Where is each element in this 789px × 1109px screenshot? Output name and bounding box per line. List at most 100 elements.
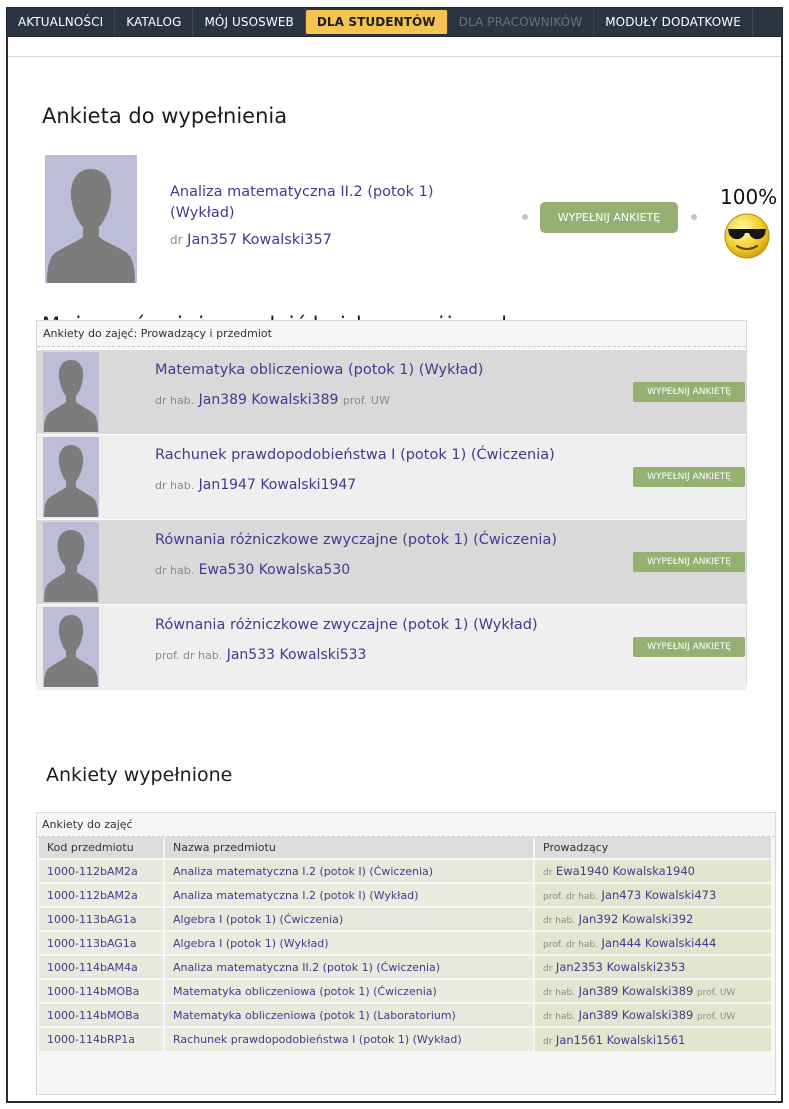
survey-teacher: dr hab. Jan389 Kowalski389 prof. UW <box>155 392 390 408</box>
nav-bar: AKTUALNOŚCI KATALOG MÓJ USOSWEB DLA STUD… <box>6 7 783 37</box>
fill-survey-button[interactable]: WYPEŁNIJ ANKIETĘ <box>633 382 745 402</box>
course-code-link[interactable]: 1000-112bAM2a <box>39 882 165 907</box>
person-silhouette-icon <box>43 522 99 602</box>
tab-katalog[interactable]: KATALOG <box>115 8 194 36</box>
survey-row: Matematyka obliczeniowa (potok 1) (Wykła… <box>37 349 746 435</box>
course-name-link[interactable]: Matematyka obliczeniowa (potok 1) (Labor… <box>164 1002 535 1027</box>
survey-teacher: prof. dr hab. Jan533 Kowalski533 <box>155 647 366 663</box>
person-silhouette-icon <box>45 155 137 283</box>
main-course-link[interactable]: Analiza matematyczna II.2 (potok 1) (Wyk… <box>170 182 434 224</box>
teacher-title: dr <box>543 868 553 878</box>
tab-moj-usosweb[interactable]: MÓJ USOSWEB <box>193 8 306 36</box>
filled-surveys-box: Ankiety do zajęć Kod przedmiotu Nazwa pr… <box>36 812 776 1095</box>
teacher-cell: dr Ewa1940 Kowalska1940 <box>534 858 773 883</box>
course-name-link[interactable]: Algebra I (potok 1) (Ćwiczenia) <box>164 906 535 931</box>
teacher-title: prof. dr hab. <box>155 649 223 662</box>
course-code-link[interactable]: 1000-114bAM4a <box>39 954 165 979</box>
course-code-link[interactable]: 1000-114bMOBa <box>39 1002 165 1027</box>
teacher-title: dr hab. <box>543 1012 576 1022</box>
tab-dla-pracownikow: DLA PRACOWNIKÓW <box>448 8 595 36</box>
survey-row: Rachunek prawdopodobieństwa I (potok 1) … <box>37 434 746 520</box>
fill-survey-button[interactable]: WYPEŁNIJ ANKIETĘ <box>633 552 745 572</box>
course-code-link[interactable]: 1000-113bAG1a <box>39 930 165 955</box>
column-header-code: Kod przedmiotu <box>39 837 165 859</box>
survey-teacher: dr hab. Jan1947 Kowalski1947 <box>155 477 356 493</box>
teacher-affiliation: prof. UW <box>696 1012 736 1022</box>
teacher-name-link[interactable]: Jan1561 Kowalski1561 <box>556 1033 685 1047</box>
course-code-link[interactable]: 1000-114bMOBa <box>39 978 165 1003</box>
table-row: 1000-113bAG1a Algebra I (potok 1) (Ćwicz… <box>39 906 773 931</box>
teacher-avatar <box>43 607 99 687</box>
survey-course-link[interactable]: Matematyka obliczeniowa (potok 1) (Wykła… <box>155 362 483 378</box>
tab-aktualnosci[interactable]: AKTUALNOŚCI <box>7 8 116 36</box>
person-silhouette-icon <box>43 607 99 687</box>
course-code-link[interactable]: 1000-112bAM2a <box>39 858 165 883</box>
fill-survey-button[interactable]: WYPEŁNIJ ANKIETĘ <box>633 637 745 657</box>
survey-course-link[interactable]: Równania różniczkowe zwyczajne (potok 1)… <box>155 532 557 548</box>
teacher-avatar <box>45 155 137 283</box>
surveys-list-title: Ankiety do zajęć: Prowadzący i przedmiot <box>37 321 746 347</box>
course-name-link[interactable]: Analiza matematyczna I.2 (potok I) (Wykł… <box>164 882 535 907</box>
surveys-list-box: Ankiety do zajęć: Prowadzący i przedmiot… <box>36 320 747 690</box>
teacher-cell: dr hab. Jan389 Kowalski389 prof. UW <box>534 978 773 1003</box>
course-code-link[interactable]: 1000-113bAG1a <box>39 906 165 931</box>
teacher-title: prof. dr hab. <box>543 940 599 950</box>
teacher-name-link[interactable]: Jan533 Kowalski533 <box>227 647 367 663</box>
teacher-cell: prof. dr hab. Jan444 Kowalski444 <box>534 930 773 955</box>
teacher-name-link[interactable]: Ewa530 Kowalska530 <box>199 562 350 578</box>
teacher-name-link[interactable]: Jan1947 Kowalski1947 <box>199 477 357 493</box>
course-code-link[interactable]: 1000-114bRP1a <box>39 1026 165 1051</box>
table-row: 1000-112bAM2a Analiza matematyczna I.2 (… <box>39 858 773 883</box>
teacher-name-link[interactable]: Jan473 Kowalski473 <box>602 888 717 902</box>
main-teacher: dr Jan357 Kowalski357 <box>170 232 332 248</box>
table-row: 1000-114bRP1a Rachunek prawdopodobieństw… <box>39 1026 773 1051</box>
fill-survey-button[interactable]: WYPEŁNIJ ANKIETĘ <box>633 467 745 487</box>
survey-row: Równania różniczkowe zwyczajne (potok 1)… <box>37 604 746 690</box>
teacher-title: dr hab. <box>155 394 195 407</box>
column-header-teacher: Prowadzący <box>534 837 773 859</box>
tab-dla-studentow[interactable]: DLA STUDENTÓW <box>305 10 448 34</box>
dot-right <box>691 214 697 220</box>
survey-teacher: dr hab. Ewa530 Kowalska530 <box>155 562 350 578</box>
table-row: 1000-114bAM4a Analiza matematyczna II.2 … <box>39 954 773 979</box>
teacher-name-link[interactable]: Jan389 Kowalski389 <box>199 392 339 408</box>
teacher-title: dr hab. <box>543 916 576 926</box>
teacher-avatar <box>43 352 99 432</box>
teacher-cell: prof. dr hab. Jan473 Kowalski473 <box>534 882 773 907</box>
teacher-name-link[interactable]: Jan392 Kowalski392 <box>579 912 694 926</box>
course-name-link[interactable]: Matematyka obliczeniowa (potok 1) (Ćwicz… <box>164 978 535 1003</box>
survey-course-link[interactable]: Równania różniczkowe zwyczajne (potok 1)… <box>155 617 538 633</box>
person-silhouette-icon <box>43 437 99 517</box>
table-row: 1000-114bMOBa Matematyka obliczeniowa (p… <box>39 1002 773 1027</box>
teacher-name-link[interactable]: Jan389 Kowalski389 <box>579 1008 694 1022</box>
person-silhouette-icon <box>43 352 99 432</box>
table-row: 1000-114bMOBa Matematyka obliczeniowa (p… <box>39 978 773 1003</box>
course-name-link[interactable]: Analiza matematyczna II.2 (potok 1) (Ćwi… <box>164 954 535 979</box>
teacher-avatar <box>43 522 99 602</box>
teacher-affiliation: prof. UW <box>696 988 736 998</box>
teacher-title: dr <box>543 1036 553 1047</box>
teacher-title: dr <box>543 964 553 974</box>
survey-course-link[interactable]: Rachunek prawdopodobieństwa I (potok 1) … <box>155 447 555 463</box>
dot-left <box>522 214 528 220</box>
teacher-cell: dr Jan1561 Kowalski1561 <box>534 1026 773 1051</box>
course-name-link[interactable]: Rachunek prawdopodobieństwa I (potok 1) … <box>164 1026 535 1051</box>
teacher-name-link[interactable]: Jan2353 Kowalski2353 <box>556 960 685 974</box>
main-course-line1[interactable]: Analiza matematyczna II.2 (potok 1) <box>170 182 434 203</box>
course-name-link[interactable]: Analiza matematyczna I.2 (potok I) (Ćwic… <box>164 858 535 883</box>
tab-moduly-dodatkowe[interactable]: MODUŁY DODATKOWE <box>594 8 753 36</box>
main-teacher-name[interactable]: Jan357 Kowalski357 <box>187 232 332 248</box>
main-course-line2[interactable]: (Wykład) <box>170 203 434 224</box>
teacher-name-link[interactable]: Ewa1940 Kowalska1940 <box>556 864 695 878</box>
main-teacher-title: dr <box>170 233 183 247</box>
teacher-avatar <box>43 437 99 517</box>
course-name-link[interactable]: Algebra I (potok 1) (Wykład) <box>164 930 535 955</box>
teacher-name-link[interactable]: Jan389 Kowalski389 <box>579 984 694 998</box>
teacher-cell: dr hab. Jan389 Kowalski389 prof. UW <box>534 1002 773 1027</box>
teacher-title: prof. dr hab. <box>543 892 599 902</box>
teacher-cell: dr hab. Jan392 Kowalski392 <box>534 906 773 931</box>
fill-survey-button-main[interactable]: WYPEŁNIJ ANKIETĘ <box>540 202 678 233</box>
progress-percent: 100% <box>720 185 778 209</box>
survey-row: Równania różniczkowe zwyczajne (potok 1)… <box>37 519 746 605</box>
teacher-name-link[interactable]: Jan444 Kowalski444 <box>602 936 717 950</box>
